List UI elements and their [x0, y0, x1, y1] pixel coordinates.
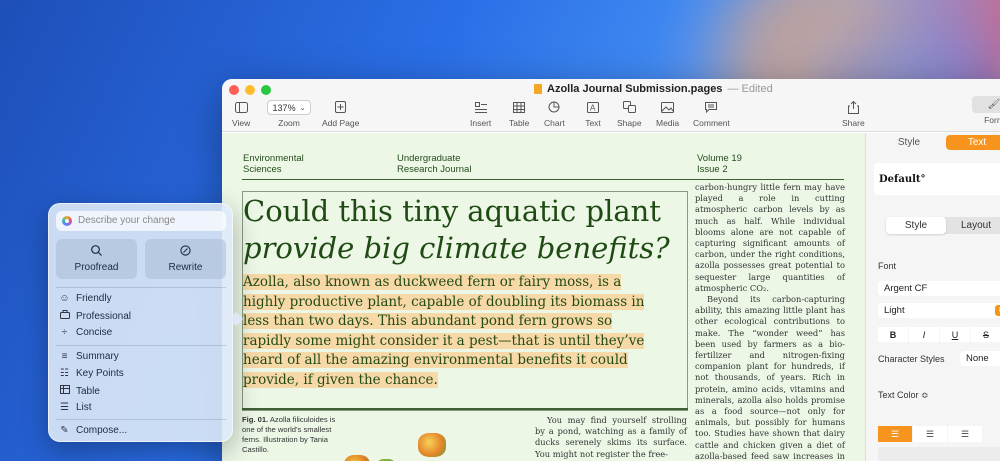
table-item[interactable]: Table [59, 385, 100, 397]
divider [56, 345, 226, 346]
media-button[interactable]: Media [656, 100, 679, 128]
align-right-button[interactable]: ☰ [948, 426, 982, 442]
apple-intelligence-icon [62, 216, 72, 226]
zoom-control[interactable]: 137% ⌄ Zoom [267, 100, 311, 128]
bold-button[interactable]: B [878, 327, 908, 342]
format-inspector: Style Text Default° Style Layout Font Ar… [865, 133, 1000, 461]
format-button[interactable]: 🖌 Form [972, 96, 1000, 125]
insert-button[interactable]: Insert [470, 100, 491, 128]
add-page-button[interactable]: Add Page [322, 100, 359, 128]
list-icon: ☰ [60, 402, 69, 413]
paragraph-style-picker[interactable]: Default° [874, 163, 1000, 195]
friendly-item[interactable]: ☺ Friendly [59, 293, 111, 304]
comment-icon [702, 100, 720, 114]
view-button[interactable]: View [232, 100, 250, 128]
figure-rule [242, 408, 688, 410]
compose-item[interactable]: ✎ Compose... [59, 425, 127, 436]
comment-button[interactable]: Comment [693, 100, 730, 128]
shape-button[interactable]: Shape [617, 100, 642, 128]
header-rule [242, 179, 844, 180]
font-family-select[interactable]: Argent CF [878, 281, 1000, 296]
concise-item[interactable]: ÷ Concise [59, 327, 112, 338]
professional-item[interactable]: Professional [59, 310, 131, 322]
chart-icon [545, 100, 563, 114]
rewrite-icon [180, 245, 191, 259]
chart-button[interactable]: Chart [544, 100, 565, 128]
second-column-text[interactable]: You may find yourself strolling by a pon… [535, 415, 687, 460]
table-icon [59, 385, 70, 397]
style-layout-segment: Style Layout [886, 217, 1000, 234]
title-bar: Azolla Journal Submission.pages — Edited [222, 79, 1000, 101]
key-points-item[interactable]: ☷ Key Points [59, 368, 124, 379]
font-style-buttons: B I U S [878, 327, 1000, 342]
character-styles-select[interactable]: None [960, 351, 1000, 366]
tab-text[interactable]: Text [946, 135, 1000, 150]
paintbrush-icon: 🖌 [972, 96, 1000, 113]
stepper-icon: ⇕ [995, 305, 1000, 316]
table-button[interactable]: Table [509, 100, 529, 128]
italic-button[interactable]: I [909, 327, 939, 342]
zoom-select[interactable]: 137% ⌄ [267, 100, 311, 115]
azolla-illustration [344, 455, 370, 461]
document-icon [534, 84, 542, 94]
briefcase-icon [59, 310, 70, 322]
svg-text:A: A [590, 103, 596, 112]
alignment-buttons: ☰ ☰ ☰ [878, 426, 982, 442]
divider [56, 287, 226, 288]
section-label: Environmental Sciences [243, 153, 304, 175]
azolla-illustration-2 [418, 433, 446, 457]
indent-control[interactable] [878, 447, 1000, 461]
table-icon [510, 100, 528, 114]
bullet-list-icon: ☷ [60, 368, 69, 379]
text-color-label[interactable]: Text Color ≎ [878, 390, 929, 401]
figure-caption[interactable]: Fig. 01. Azolla filiculoides is one of t… [242, 415, 337, 455]
writing-tools-popover: Describe your change Proofread Rewrite ☺… [48, 203, 244, 442]
divider [56, 419, 226, 420]
character-styles-label: Character Styles [878, 354, 945, 364]
shape-icon [620, 100, 638, 114]
segment-style[interactable]: Style [886, 217, 946, 234]
issue-info: Volume 19 Issue 2 [697, 153, 742, 175]
close-button[interactable] [229, 85, 239, 95]
window-title: Azolla Journal Submission.pages — Edited [534, 83, 773, 95]
magnifier-check-icon [91, 245, 102, 259]
share-icon [844, 100, 862, 114]
text-button[interactable]: A Text [584, 100, 602, 128]
proofread-button[interactable]: Proofread [56, 239, 137, 279]
sidebar-icon [232, 100, 250, 114]
journal-name: Undergraduate Research Journal [397, 153, 472, 175]
align-left-button[interactable]: ☰ [878, 426, 912, 442]
pages-window: Azolla Journal Submission.pages — Edited… [222, 79, 1000, 461]
chevron-down-icon: ⌄ [299, 104, 306, 112]
share-button[interactable]: Share [842, 100, 865, 128]
document-canvas[interactable]: Environmental Sciences Undergraduate Res… [222, 133, 865, 461]
insert-icon [472, 100, 490, 114]
pencil-icon: ✎ [60, 425, 69, 436]
concise-icon: ÷ [61, 327, 68, 338]
add-page-icon [332, 100, 350, 114]
summary-item[interactable]: ≡ Summary [59, 351, 119, 362]
article-headline[interactable]: Could this tiny aquatic plant provide bi… [243, 193, 683, 267]
toolbar: View 137% ⌄ Zoom Add Page Insert Table C… [222, 96, 1000, 132]
photo-icon [659, 100, 677, 114]
segment-layout[interactable]: Layout [946, 217, 1000, 234]
right-column-text[interactable]: carbon-hungry little fern may have playe… [695, 182, 845, 461]
font-weight-select[interactable]: Light ⇕ [878, 303, 1000, 318]
font-label: Font [878, 261, 897, 271]
summary-icon: ≡ [61, 351, 68, 362]
strikethrough-button[interactable]: S [971, 327, 1000, 342]
selected-lede-paragraph[interactable]: Azolla, also known as duckweed fern or f… [243, 273, 663, 391]
zoom-window-button[interactable] [261, 85, 271, 95]
text-box-icon: A [584, 100, 602, 114]
smiley-icon: ☺ [59, 293, 70, 304]
minimize-button[interactable] [245, 85, 255, 95]
describe-change-input[interactable]: Describe your change [56, 211, 226, 231]
list-item[interactable]: ☰ List [59, 402, 92, 413]
rewrite-button[interactable]: Rewrite [145, 239, 226, 279]
align-center-button[interactable]: ☰ [913, 426, 947, 442]
tab-style[interactable]: Style [878, 135, 940, 150]
underline-button[interactable]: U [940, 327, 970, 342]
